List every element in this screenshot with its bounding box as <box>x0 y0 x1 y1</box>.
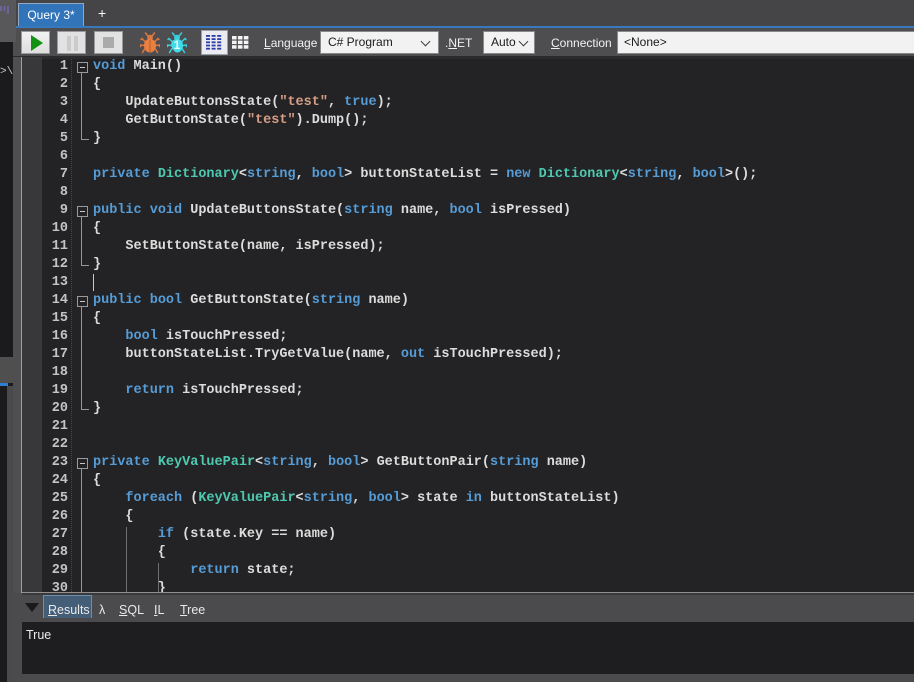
svg-text:1: 1 <box>174 38 181 52</box>
